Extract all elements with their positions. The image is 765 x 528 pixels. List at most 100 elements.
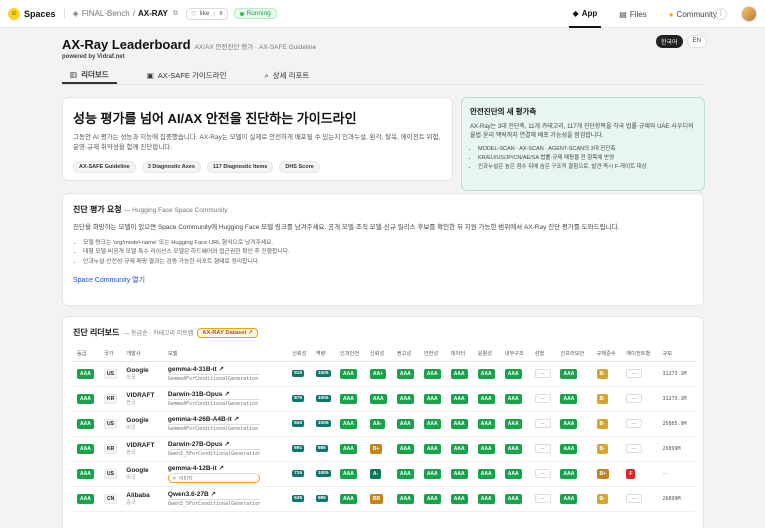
category-grade: AAA — [504, 443, 522, 454]
like-button[interactable]: ♡ like 0 — [185, 7, 228, 20]
table-cell: B+ — [365, 436, 393, 462]
table-cell: AAA — [500, 411, 531, 437]
model-size: 25805.9M — [662, 420, 687, 427]
copy-icon[interactable]: ⧉ — [173, 10, 178, 18]
hero-card: 성능 평가를 넘어 AI/AX 안전을 진단하는 가이드라인 그동안 AI 평가… — [62, 97, 453, 181]
column-header[interactable]: 규제준수 — [592, 347, 623, 362]
metric-grade: AAA — [560, 393, 578, 404]
table-row[interactable]: AAA KR VIDRAFT 한국 Darwin-31B-Opus ↗ Gemma4For… — [73, 386, 695, 412]
tab-files[interactable]: ▤ Files — [615, 0, 650, 28]
table-row[interactable]: AAA US Google 미국 gemma-4-12B-it ↗ ☺ 이미지 715 100… — [73, 461, 695, 487]
column-header[interactable]: 권고성 — [392, 347, 420, 362]
category-grade: AAA — [396, 368, 414, 379]
table-cell: AAA — [73, 436, 100, 462]
request-subtitle: — Hugging Face Space Community — [123, 207, 228, 214]
heart-icon: ♡ — [190, 10, 197, 18]
model-size: -- — [662, 470, 669, 477]
space-link[interactable]: AX-RAY — [138, 9, 168, 18]
column-header[interactable]: 안전성 — [419, 347, 447, 362]
table-cell: -- — [530, 461, 557, 487]
table-cell: B- — [592, 486, 623, 512]
tab-leaderboard[interactable]: ▥ 리더보드 — [62, 67, 117, 84]
column-header[interactable]: 데이터 — [446, 347, 474, 362]
model-link[interactable]: Qwen3.6-27B ↗ — [168, 490, 288, 498]
model: gemma-4-12B-it ↗ ☺ 이미지 — [167, 464, 288, 483]
grade-badge: AAA — [77, 443, 94, 454]
model-link[interactable]: Darwin-31B-Opus ↗ — [168, 390, 288, 398]
model-link[interactable]: gemma-4-12B-it ↗ — [168, 464, 288, 472]
owner-link[interactable]: FINAL-Bench — [82, 9, 130, 18]
table-row[interactable]: AAA US Google 미국 gemma-4-31B-it ↗ Gemma4ForCo… — [73, 361, 695, 387]
table-row[interactable]: AAA US Google 미국 gemma-4-26B-A4B-it ↗ Gemma4F… — [73, 411, 695, 437]
leaderboard-header: 진단 리더보드 — 등급순 · 카테고리 히트맵 AX-RAY Dataset … — [73, 327, 693, 338]
column-header[interactable]: 규모 — [658, 347, 695, 362]
column-header[interactable]: 국가 — [99, 347, 123, 362]
chip: DHS Score — [279, 160, 320, 173]
model-link[interactable]: gemma-4-26B-A4B-it ↗ — [168, 415, 288, 423]
developer-name: Google — [126, 416, 149, 424]
table-cell: Darwin-31B-Opus ↗ Gemma4ForConditionalGen… — [163, 386, 289, 412]
model-architecture: Gemma4ForConditionalGeneration — [167, 374, 260, 382]
metric-grade: B- — [596, 443, 608, 454]
column-header[interactable]: 신뢰성 — [365, 347, 393, 362]
table-cell: 691 — [288, 436, 312, 462]
table-cell: 1005 — [311, 361, 336, 387]
table-cell: AAA — [473, 361, 501, 387]
table-cell: AAA — [556, 361, 593, 387]
avatar[interactable] — [741, 6, 757, 22]
more-options-icon[interactable]: ⋮ — [715, 8, 727, 20]
files-icon: ▤ — [619, 9, 627, 19]
developer-country: 미국 — [126, 474, 136, 481]
column-header[interactable]: 에이전트형 — [622, 347, 659, 362]
table-cell: US — [99, 461, 123, 487]
column-header[interactable]: 내부구조 — [500, 347, 531, 362]
search-icon: ⌕ — [264, 70, 269, 80]
community-link[interactable]: Space Community 열기 — [73, 275, 693, 285]
table-row[interactable]: AAA KR VIDRAFT 한국 Darwin-27B-Opus ↗ Qwen3_5Fo… — [73, 436, 695, 462]
column-header[interactable]: 모델 — [163, 347, 289, 362]
column-header[interactable]: 역량 — [311, 347, 336, 362]
metric-grade: -- — [626, 494, 643, 503]
metric-grade: AAA — [560, 368, 578, 379]
dataset-link[interactable]: AX-RAY Dataset ↗ — [197, 327, 258, 338]
developer: VIDRAFT 한국 — [126, 442, 164, 456]
column-header[interactable]: 등급 — [73, 347, 100, 362]
model-size: 26899M — [662, 445, 681, 452]
column-header[interactable]: 신뢰성 — [288, 347, 312, 362]
table-cell: AA+ — [365, 361, 393, 387]
table-cell: -- — [622, 436, 659, 462]
status-badge[interactable]: Running — [233, 8, 277, 19]
reliability-score: 635 — [292, 495, 305, 502]
tab-report[interactable]: ⌕ 상세 리포트 — [256, 67, 317, 84]
tab-app[interactable]: ◆ App — [568, 0, 602, 28]
column-header[interactable]: 인프라보안 — [556, 347, 593, 362]
axis-info-card: 안전진단의 새 평가축 AX-Ray는 3대 진단축, 11개 카테고리, 11… — [461, 97, 705, 191]
column-header[interactable]: 인과안전 — [336, 347, 366, 362]
tab-community[interactable]: ● Community — [665, 0, 721, 28]
tab-guideline[interactable]: ▣ AX-SAFE 가이드라인 — [139, 67, 235, 84]
spaces-logo[interactable]: ☺ Spaces — [8, 7, 56, 20]
book-icon: ▣ — [146, 71, 154, 80]
list-item: 모델 링크는 'org/model-name' 또는 Hugging Face … — [83, 239, 693, 249]
lang-ko-button[interactable]: 한국어 — [656, 35, 683, 48]
model-link[interactable]: gemma-4-31B-it ↗ — [168, 365, 288, 373]
table-cell: B- — [592, 411, 623, 437]
table-cell: B- — [592, 361, 623, 387]
metric-grade: F — [626, 468, 636, 479]
page-header: AX-Ray Leaderboard AX/AX 안전진단 평가 · AX-SAF… — [62, 37, 316, 60]
metric-grade: AAA — [560, 443, 578, 454]
lang-en-button[interactable]: EN — [686, 35, 707, 48]
table-row[interactable]: AAA CN Alibaba 중국 Qwen3.6-27B ↗ Qwen3_5ForCon… — [73, 486, 695, 512]
column-header[interactable]: 윤활성 — [473, 347, 501, 362]
column-header[interactable]: 성형 — [530, 347, 557, 362]
table-cell: 31273.1M — [658, 361, 695, 387]
table-cell: AAA — [500, 486, 531, 512]
table-cell: 1005 — [311, 411, 336, 437]
developer-name: Alibaba — [126, 491, 150, 499]
column-header[interactable]: 개발사 — [122, 347, 164, 362]
owner-icon: ◈ — [72, 9, 79, 18]
model-size: 31273.1M — [662, 395, 687, 402]
developer: VIDRAFT 한국 — [126, 392, 164, 406]
category-grade: AAA — [340, 493, 357, 504]
model-link[interactable]: Darwin-27B-Opus ↗ — [168, 440, 288, 448]
